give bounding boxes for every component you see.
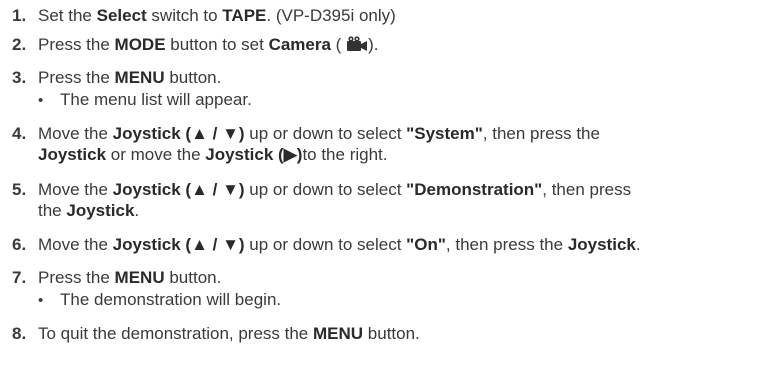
step-7: 7. Press the MENU button. xyxy=(12,268,222,287)
bullet: • xyxy=(38,92,44,109)
step-number: 2. xyxy=(12,35,27,54)
step-3: 3. Press the MENU button. xyxy=(12,68,222,87)
step-number: 1. xyxy=(12,6,27,25)
step-6: 6. Move the Joystick (▲ / ▼) up or down t… xyxy=(12,235,641,254)
step-number: 3. xyxy=(12,68,27,87)
step-number: 7. xyxy=(12,268,27,287)
step-4: 4. Move the Joystick (▲ / ▼) up or down t… xyxy=(12,124,600,143)
step-2: 2. Press the MODE button to set Camera ( … xyxy=(12,35,379,54)
step-5-continued: the Joystick. xyxy=(38,201,140,220)
bullet: • xyxy=(38,292,44,309)
camera-mode-icon xyxy=(347,36,368,51)
step-number: 8. xyxy=(12,324,27,343)
step-4-continued: Joystick or move the Joystick (▶)to the … xyxy=(38,145,388,164)
step-3-note: • The menu list will appear. xyxy=(38,90,252,109)
step-number: 6. xyxy=(12,235,27,254)
step-number: 4. xyxy=(12,124,27,143)
step-7-note: • The demonstration will begin. xyxy=(38,290,282,309)
step-5: 5. Move the Joystick (▲ / ▼) up or down t… xyxy=(12,180,632,199)
step-number: 5. xyxy=(12,180,27,199)
step-1: 1. Set the Select switch to TAPE. (VP-D39… xyxy=(12,6,396,25)
step-8: 8. To quit the demonstration, press the M… xyxy=(12,324,420,343)
